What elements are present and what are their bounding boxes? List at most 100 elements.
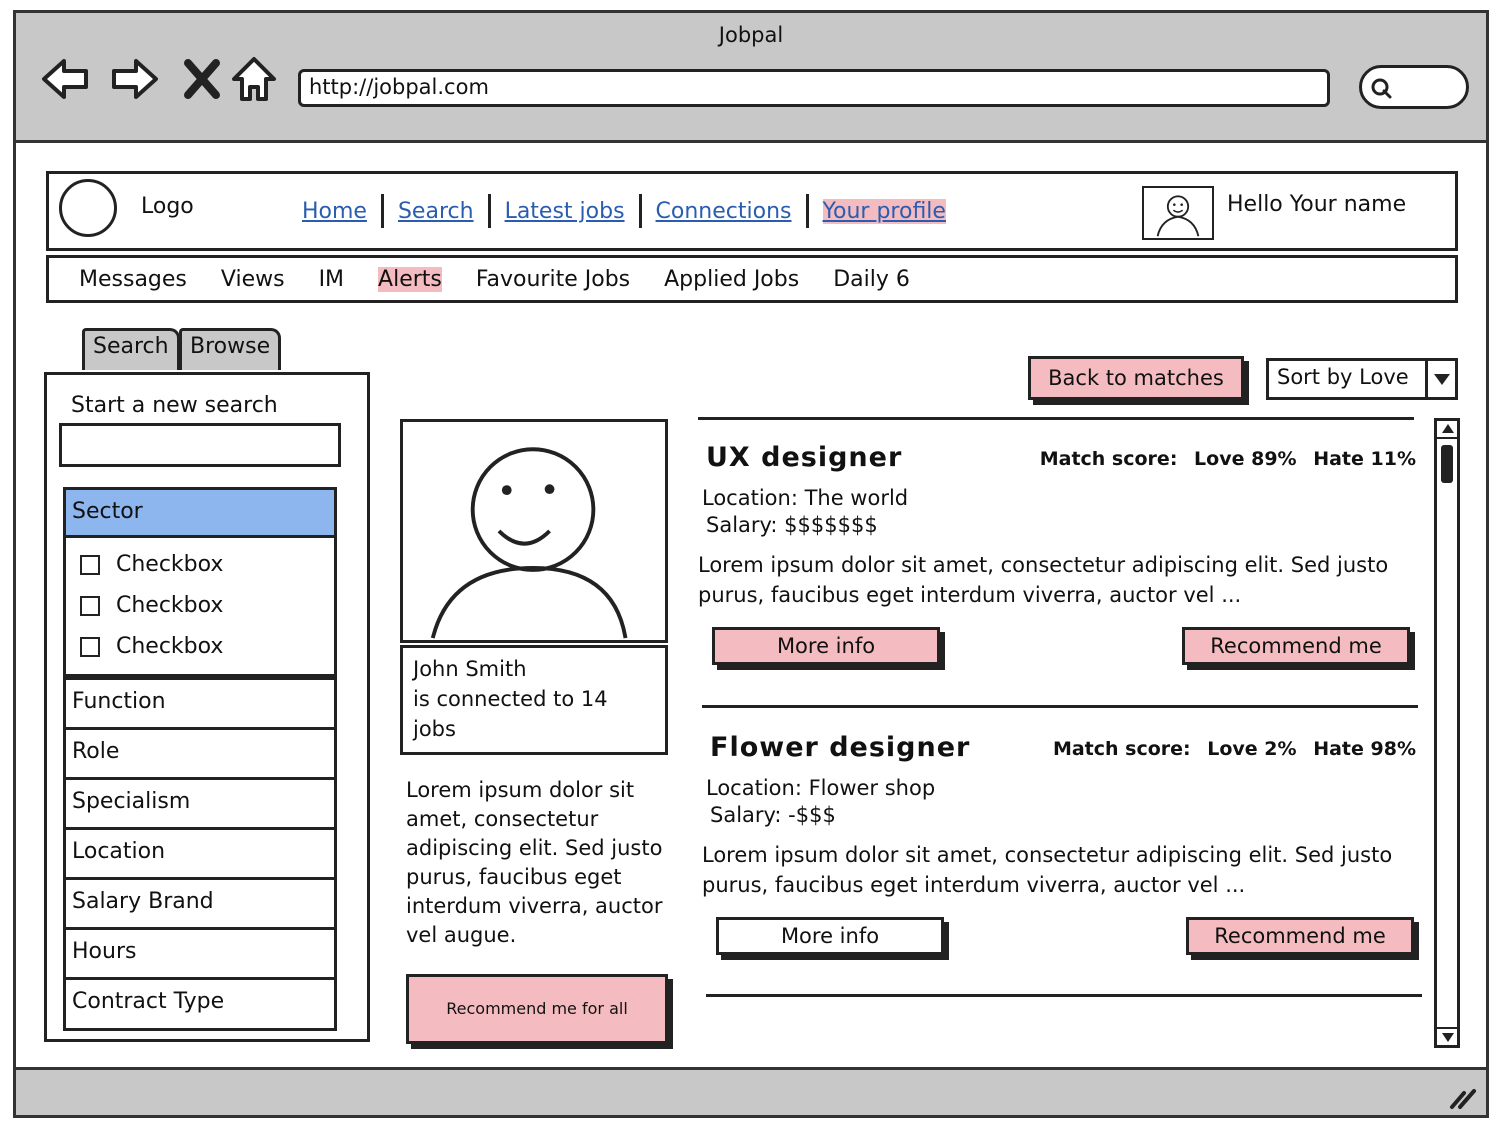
subnav-daily-6[interactable]: Daily 6 (833, 267, 910, 292)
tab-browse[interactable]: Browse (179, 328, 282, 370)
nav-divider (487, 194, 491, 228)
match-label: Match score: (1052, 738, 1191, 760)
more-info-button[interactable]: More info (712, 627, 940, 665)
recommend-me-button[interactable]: Recommend me (1182, 627, 1410, 665)
back-to-matches-button[interactable]: Back to matches (1028, 356, 1244, 400)
location-section[interactable]: Location (63, 827, 337, 881)
subnav-views[interactable]: Views (221, 267, 285, 292)
contract-type-header[interactable]: Contract Type (66, 980, 334, 1028)
greeting: Hello Your name (1227, 192, 1407, 217)
nav-search[interactable]: Search (398, 199, 474, 224)
specialism-section[interactable]: Specialism (63, 777, 337, 831)
profile-description: Lorem ipsum dolor sit amet, consectetur … (406, 778, 663, 947)
url-input[interactable]: http://jobpal.com (298, 69, 1330, 107)
salary-brand-section[interactable]: Salary Brand (63, 877, 337, 931)
sector-section: Sector Checkbox Checkbox Checkbox (63, 487, 337, 677)
job-title: Flower designer (710, 732, 971, 763)
hate-score: Hate 98% (1313, 738, 1416, 760)
salary-brand-header[interactable]: Salary Brand (66, 880, 334, 928)
sector-checkbox[interactable]: Checkbox (66, 544, 334, 585)
checkbox-icon[interactable] (80, 554, 100, 575)
tab-search[interactable]: Search (82, 328, 180, 370)
chevron-down-icon[interactable] (1425, 361, 1455, 397)
function-section[interactable]: Function (63, 677, 337, 731)
profile-connected-suffix: jobs (413, 717, 456, 741)
nav-connections[interactable]: Connections (656, 199, 792, 224)
role-section[interactable]: Role (63, 727, 337, 781)
contract-type-section[interactable]: Contract Type (63, 977, 337, 1031)
logo-icon (59, 179, 117, 237)
love-score: Love 2% (1207, 738, 1297, 760)
scroll-thumb[interactable] (1441, 445, 1453, 483)
job-location: Location: Flower shop (706, 776, 936, 800)
main-nav: Home Search Latest jobs Connections Your… (302, 194, 946, 228)
user-avatar-icon[interactable] (1142, 186, 1214, 240)
back-arrow-icon[interactable] (40, 53, 92, 105)
location-header[interactable]: Location (66, 830, 334, 878)
subnav-favourite-jobs[interactable]: Favourite Jobs (476, 267, 630, 292)
job-title: UX designer (706, 442, 903, 473)
job-description: Lorem ipsum dolor sit amet, consectetur … (702, 843, 1393, 897)
scroll-down-icon[interactable] (1437, 1027, 1457, 1045)
forward-arrow-icon[interactable] (108, 53, 160, 105)
browser-search-field[interactable] (1359, 65, 1469, 109)
divider (698, 417, 1414, 420)
recommend-all-button[interactable]: Recommend me for all (406, 974, 668, 1044)
nav-divider (805, 194, 809, 228)
checkbox-label: Checkbox (116, 634, 224, 659)
divider (702, 705, 1418, 708)
specialism-header[interactable]: Specialism (66, 780, 334, 828)
love-score: Love 89% (1194, 448, 1297, 470)
stop-icon[interactable] (176, 53, 228, 105)
job-card: Flower designer Match score: Love 2% Hat… (696, 732, 1416, 1022)
subnav-messages[interactable]: Messages (79, 267, 187, 292)
new-search-input[interactable] (59, 423, 341, 467)
job-location: Location: The world (702, 486, 909, 510)
nav-your-profile[interactable]: Your profile (822, 198, 946, 224)
sort-select[interactable]: Sort by Love (1266, 358, 1458, 400)
role-header[interactable]: Role (66, 730, 334, 778)
match-score: Match score: Love 2% Hate 98% (1043, 738, 1416, 760)
checkbox-icon[interactable] (80, 595, 100, 616)
browser-window: Jobpal http://jobpal.com Logo Home Searc… (13, 10, 1489, 1118)
hours-section[interactable]: Hours (63, 927, 337, 981)
new-search-label: Start a new search (71, 393, 278, 418)
more-info-button[interactable]: More info (716, 917, 944, 955)
subnav-im[interactable]: IM (319, 267, 344, 292)
subnav-alerts[interactable]: Alerts (378, 267, 442, 292)
nav-divider (380, 194, 384, 228)
checkbox-label: Checkbox (116, 593, 224, 618)
sort-value: Sort by Love (1277, 365, 1409, 389)
nav-divider (638, 194, 642, 228)
function-header[interactable]: Function (66, 680, 334, 728)
checkbox-icon[interactable] (80, 636, 100, 657)
subnav-applied-jobs[interactable]: Applied Jobs (664, 267, 799, 292)
page-content: Logo Home Search Latest jobs Connections… (16, 146, 1486, 1070)
sector-header[interactable]: Sector (66, 490, 334, 538)
match-score: Match score: Love 89% Hate 11% (1030, 448, 1416, 470)
window-title: Jobpal (718, 23, 784, 47)
browser-titlebar: Jobpal http://jobpal.com (16, 13, 1486, 143)
job-card: UX designer Match score: Love 89% Hate 1… (696, 442, 1416, 732)
scroll-up-icon[interactable] (1437, 421, 1457, 439)
logo-label: Logo (141, 194, 194, 219)
search-panel: Start a new search Sector Checkbox Check… (44, 372, 370, 1042)
sector-checkbox[interactable]: Checkbox (66, 626, 334, 667)
recommend-me-button[interactable]: Recommend me (1186, 917, 1414, 955)
sector-checkbox[interactable]: Checkbox (66, 585, 334, 626)
match-label: Match score: (1039, 448, 1178, 470)
job-list: UX designer Match score: Love 89% Hate 1… (696, 414, 1426, 1054)
job-salary: Salary: $$$$$$$ (706, 513, 878, 537)
job-description: Lorem ipsum dolor sit amet, consectetur … (698, 553, 1389, 607)
search-icon (1371, 78, 1392, 99)
nav-latest-jobs[interactable]: Latest jobs (505, 199, 625, 224)
hours-header[interactable]: Hours (66, 930, 334, 978)
resize-grip-icon[interactable] (1446, 1081, 1480, 1111)
job-list-scrollbar[interactable] (1434, 418, 1460, 1048)
profile-name: John Smith (413, 657, 527, 681)
nav-home[interactable]: Home (302, 199, 367, 224)
divider (706, 994, 1422, 997)
home-icon[interactable] (228, 53, 280, 105)
profile-connected: is connected to 14 (413, 687, 608, 711)
secondary-nav: Messages Views IM Alerts Favourite Jobs … (46, 255, 1458, 303)
